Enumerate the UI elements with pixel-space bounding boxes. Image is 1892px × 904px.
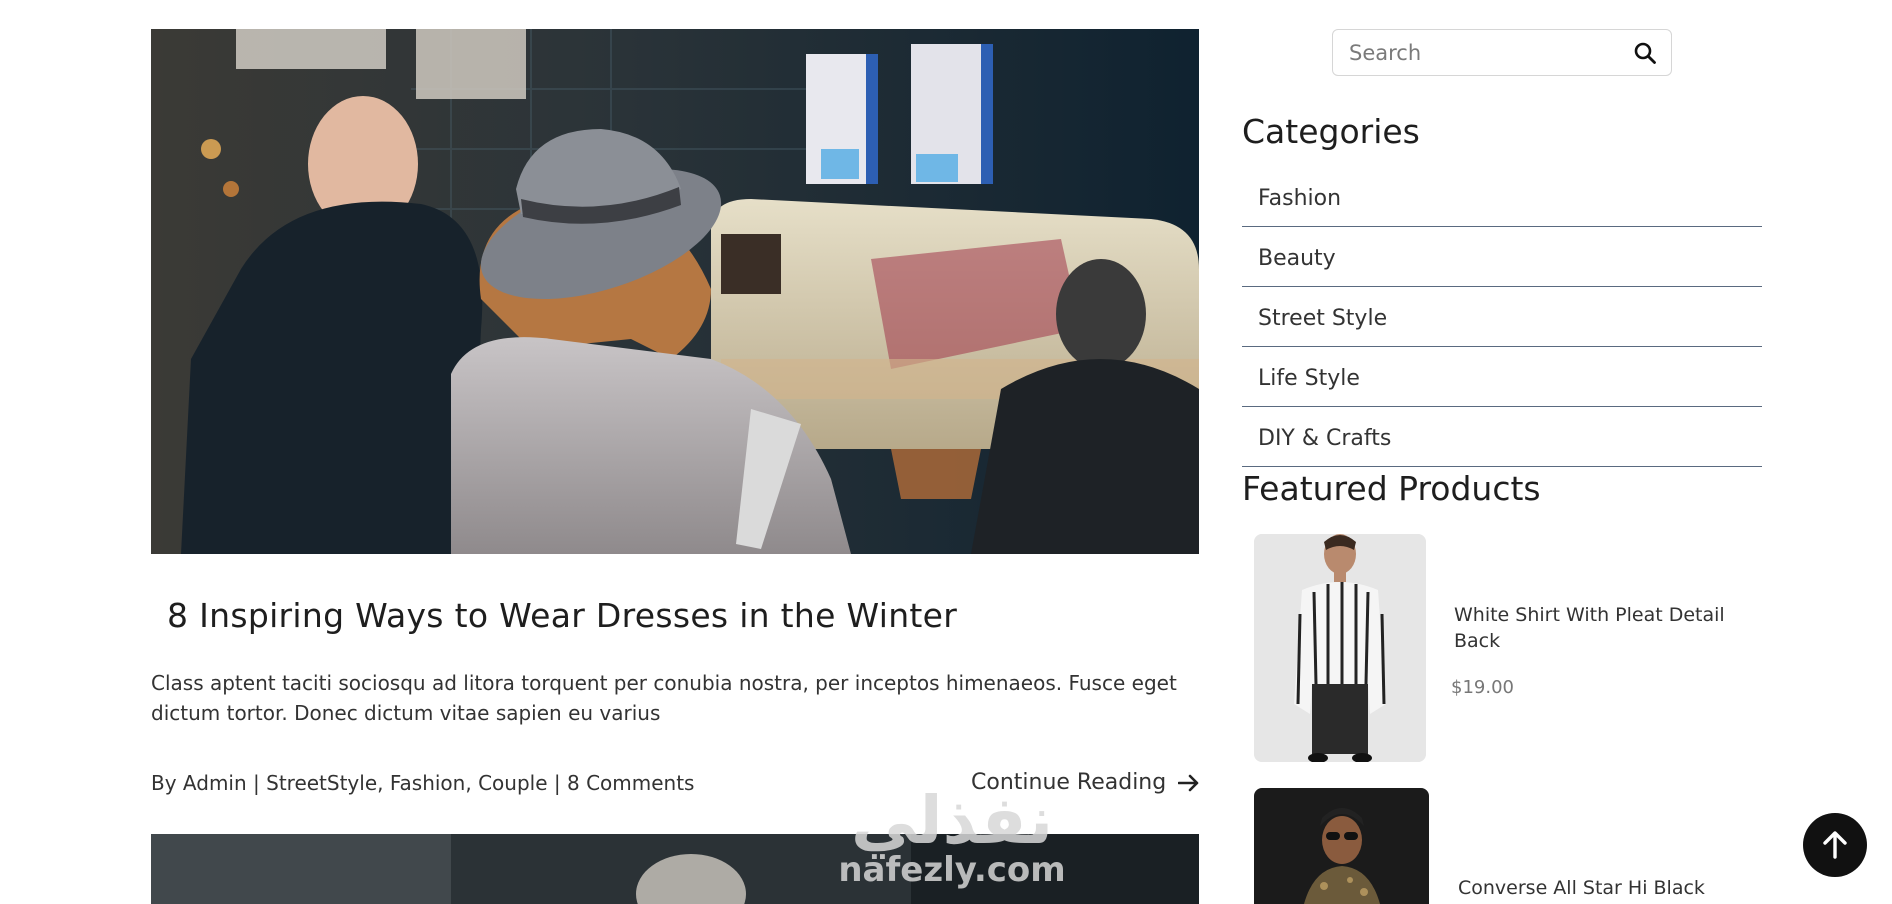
search-input[interactable]	[1349, 40, 1629, 65]
post-photo	[151, 29, 1199, 554]
category-fashion[interactable]: Fashion	[1242, 167, 1762, 227]
post-excerpt: Class aptent taciti sociosqu ad litora t…	[151, 671, 1177, 725]
tag-fashion[interactable]: Fashion	[390, 771, 466, 795]
product-image-white-shirt[interactable]	[1254, 534, 1426, 762]
categories-heading: Categories	[1242, 112, 1420, 151]
product-name-white-shirt[interactable]: White Shirt With Pleat Detail Back	[1454, 602, 1744, 654]
category-diy-crafts[interactable]: DIY & Crafts	[1242, 407, 1762, 467]
next-post-image[interactable]	[151, 834, 1199, 904]
product-name-converse[interactable]: Converse All Star Hi Black	[1458, 875, 1748, 901]
search-icon[interactable]	[1633, 41, 1657, 65]
featured-products-heading: Featured Products	[1242, 469, 1541, 508]
categories-list: Fashion Beauty Street Style Life Style D…	[1242, 167, 1762, 467]
search-box	[1332, 29, 1672, 76]
continue-reading-label: Continue Reading	[971, 770, 1167, 795]
tag-couple[interactable]: Couple	[478, 771, 547, 795]
continue-reading-link[interactable]: Continue Reading	[971, 770, 1200, 795]
back-to-top-button[interactable]	[1803, 813, 1867, 877]
category-street-style[interactable]: Street Style	[1242, 287, 1762, 347]
next-post-photo	[151, 834, 1199, 904]
product-image-converse[interactable]	[1254, 788, 1429, 904]
post-meta: By Admin | StreetStyle, Fashion, Couple …	[151, 771, 695, 795]
category-life-style[interactable]: Life Style	[1242, 347, 1762, 407]
product-photo	[1254, 534, 1426, 762]
post-author[interactable]: By Admin	[151, 771, 247, 795]
category-beauty[interactable]: Beauty	[1242, 227, 1762, 287]
post-comments-link[interactable]: 8 Comments	[567, 771, 695, 795]
product-price-white-shirt: $19.00	[1451, 677, 1514, 698]
product-photo	[1254, 788, 1429, 904]
arrow-right-icon	[1178, 774, 1199, 791]
arrow-up-icon	[1823, 831, 1847, 859]
post-title[interactable]: 8 Inspiring Ways to Wear Dresses in the …	[167, 596, 957, 635]
post-featured-image[interactable]	[151, 29, 1199, 554]
tag-streetstyle[interactable]: StreetStyle	[266, 771, 377, 795]
